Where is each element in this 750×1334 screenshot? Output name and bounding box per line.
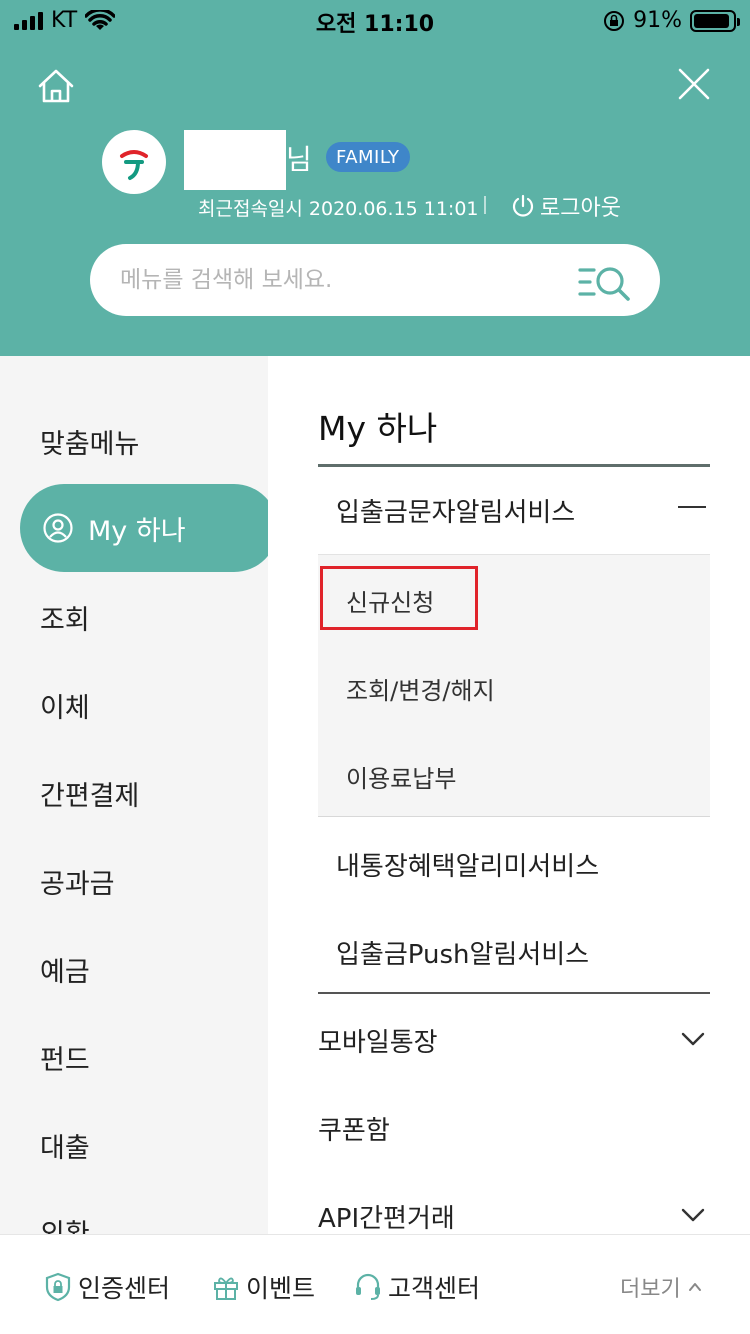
cert-center-button[interactable]: 인증센터 [44, 1269, 170, 1305]
nav-item-easy-pay[interactable]: 간편결제 [40, 774, 139, 813]
gift-icon [214, 1277, 238, 1300]
user-circle-icon [43, 513, 73, 543]
user-name-masked [184, 130, 286, 190]
logout-label: 로그아웃 [540, 196, 621, 221]
menu-search-icon[interactable] [578, 262, 634, 302]
cert-center-label: 인증센터 [78, 1274, 171, 1303]
highlight-annotation-box [320, 566, 478, 630]
menu-item-api-easy-transaction[interactable]: API간편거래 [318, 1198, 455, 1234]
left-nav: 맞춤메뉴 My 하나 조회 이체 간편결제 공과금 예금 펀드 대출 외환 [0, 356, 268, 1234]
submenu-divider [318, 816, 710, 817]
name-suffix: 님 [286, 143, 312, 176]
battery-fill [694, 13, 729, 28]
power-icon [512, 194, 534, 217]
nav-item-transfer[interactable]: 이체 [40, 686, 90, 725]
status-bar: KT 오전 11:10 91% [0, 0, 750, 44]
rotation-lock-icon [604, 10, 625, 31]
menu-item-coupon-box[interactable]: 쿠폰함 [318, 1110, 390, 1147]
event-button[interactable]: 이벤트 [212, 1269, 315, 1305]
nav-item-inquiry[interactable]: 조회 [40, 598, 90, 637]
section-title: My 하나 [318, 409, 438, 448]
chevron-down-icon[interactable] [680, 1026, 706, 1052]
battery-icon [690, 9, 740, 32]
hana-logo-icon [120, 150, 148, 180]
chevron-up-icon [688, 1283, 701, 1291]
nav-item-deposit[interactable]: 예금 [40, 950, 90, 989]
nav-item-my-hana[interactable]: My 하나 [20, 484, 268, 572]
more-button[interactable]: 더보기 [620, 1271, 703, 1303]
menu-item-benefit-alert-service[interactable]: 내통장혜택알리미서비스 [336, 846, 599, 883]
customer-center-button[interactable]: 고객센터 [354, 1269, 480, 1305]
shield-lock-icon [45, 1272, 71, 1302]
group-divider [318, 992, 710, 994]
menu-item-mobile-passbook[interactable]: 모바일통장 [318, 1022, 438, 1059]
menu-item-push-alert-service[interactable]: 입출금Push알림서비스 [336, 934, 589, 971]
logout-button[interactable]: 로그아웃 [510, 190, 621, 222]
customer-center-label: 고객센터 [388, 1274, 481, 1303]
submenu-fee-payment[interactable]: 이용료납부 [346, 759, 456, 794]
search-bar[interactable] [90, 244, 660, 316]
collapse-minus-icon[interactable] [678, 506, 706, 508]
close-icon[interactable] [672, 62, 716, 106]
nav-item-loan[interactable]: 대출 [40, 1126, 90, 1165]
battery-percent: 91% [633, 8, 682, 33]
menu-item-sms-alert-service[interactable]: 입출금문자알림서비스 [336, 492, 575, 529]
nav-item-utility-bills[interactable]: 공과금 [40, 862, 115, 901]
headset-icon [356, 1273, 380, 1300]
header-divider [484, 196, 486, 214]
title-divider [318, 464, 710, 467]
search-input[interactable] [120, 244, 560, 316]
nav-item-label: My 하나 [88, 515, 186, 547]
more-label: 더보기 [620, 1277, 681, 1302]
submenu-inquiry-change-cancel[interactable]: 조회/변경/해지 [346, 671, 495, 706]
menu-content: My 하나 입출금문자알림서비스 신규신청 조회/변경/해지 이용료납부 내통장… [268, 356, 750, 1234]
bottom-bar: 인증센터 이벤트 고객센터 더보기 [0, 1234, 750, 1334]
nav-item-fund[interactable]: 펀드 [40, 1038, 90, 1077]
chevron-down-icon[interactable] [680, 1202, 706, 1228]
home-icon[interactable] [34, 64, 78, 108]
nav-item-custom-menu[interactable]: 맞춤메뉴 [40, 422, 139, 461]
last-login-info: 최근접속일시 2020.06.15 11:01 [198, 198, 479, 220]
nav-item-foreign-exchange[interactable]: 외환 [40, 1212, 90, 1234]
bank-logo-avatar [102, 130, 166, 194]
family-badge: FAMILY [326, 142, 410, 172]
header: KT 오전 11:10 91% 님 FAMILY 최근접속일시 2020.06.… [0, 0, 750, 356]
event-label: 이벤트 [246, 1274, 316, 1303]
